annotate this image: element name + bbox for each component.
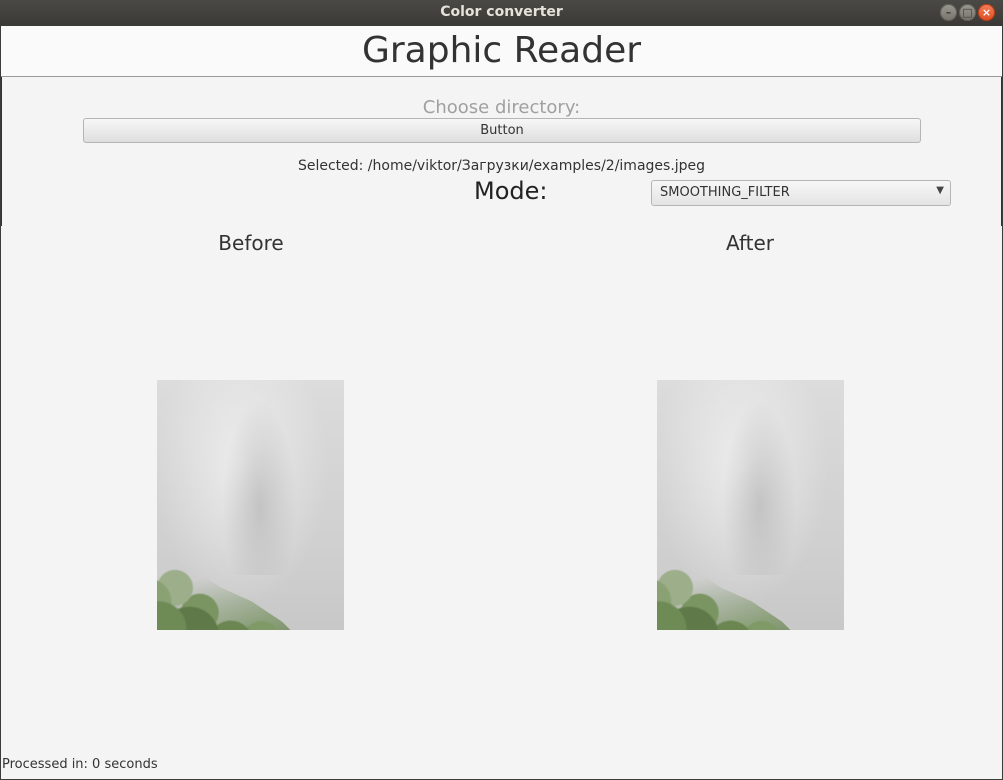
close-button[interactable]: ×: [978, 4, 995, 21]
after-label: After: [725, 231, 775, 255]
maximize-icon: □: [962, 6, 973, 19]
window-titlebar[interactable]: Color converter – □ ×: [0, 0, 1003, 26]
minimize-icon: –: [945, 6, 952, 19]
chevron-down-icon[interactable]: ▼: [936, 185, 944, 196]
maximize-button[interactable]: □: [959, 4, 976, 21]
app-header: Graphic Reader: [1, 26, 1002, 77]
window-title: Color converter: [440, 4, 563, 20]
choose-directory-button[interactable]: Button: [83, 118, 921, 143]
before-image: [157, 380, 344, 630]
app-window: Graphic Reader Choose directory: Button …: [1, 26, 1002, 779]
after-image: [657, 380, 844, 630]
selected-path-label: Selected: /home/viktor/Загрузки/examples…: [297, 158, 706, 174]
mode-select-value: SMOOTHING_FILTER: [660, 185, 790, 200]
minimize-button[interactable]: –: [940, 4, 957, 21]
status-text: Processed in: 0 seconds: [2, 757, 158, 772]
close-icon: ×: [981, 6, 992, 19]
mode-select[interactable]: SMOOTHING_FILTER ▼: [651, 180, 951, 206]
controls-panel: Choose directory: Button Selected: /home…: [1, 77, 1002, 226]
choose-directory-label: Choose directory:: [422, 97, 581, 118]
page-title: Graphic Reader: [361, 30, 642, 71]
mode-label: Mode:: [474, 177, 548, 205]
before-label: Before: [218, 231, 284, 255]
